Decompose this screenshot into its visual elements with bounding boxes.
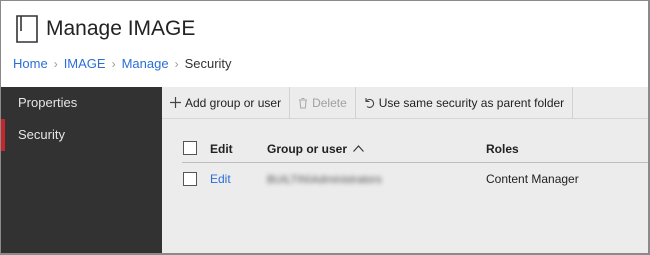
sort-ascending-icon <box>353 145 365 152</box>
sidebar-item-properties[interactable]: Properties <box>1 87 162 119</box>
chevron-right-icon: › <box>53 56 58 71</box>
sidebar-item-security[interactable]: Security <box>1 119 162 151</box>
plus-icon <box>170 97 181 108</box>
sidebar-item-label: Security <box>18 127 65 142</box>
use-parent-security-label: Use same security as parent folder <box>378 95 565 110</box>
delete-button-label: Delete <box>312 95 347 110</box>
add-group-or-user-button[interactable]: Add group or user <box>162 86 291 119</box>
trash-icon <box>299 97 308 108</box>
breadcrumb-image[interactable]: IMAGE <box>64 56 106 71</box>
column-header-roles: Roles <box>486 142 519 156</box>
security-panel: Add group or user Delete Use same securi… <box>162 86 648 253</box>
table-row: Edit BUILTIN\Administrators Content Mana… <box>182 163 648 195</box>
sidebar: Properties Security <box>1 87 162 253</box>
page-title: Manage IMAGE <box>46 17 196 40</box>
use-parent-security-button[interactable]: Use same security as parent folder <box>356 86 574 119</box>
add-button-label: Add group or user <box>185 95 282 110</box>
column-header-edit: Edit <box>210 142 233 156</box>
breadcrumb-home[interactable]: Home <box>13 56 48 71</box>
column-header-group-or-user[interactable]: Group or user <box>267 135 365 163</box>
select-all-checkbox[interactable] <box>183 141 197 155</box>
edit-link[interactable]: Edit <box>210 163 231 195</box>
breadcrumb: Home › IMAGE › Manage › Security <box>13 56 232 71</box>
row-checkbox[interactable] <box>183 172 197 186</box>
delete-button[interactable]: Delete <box>290 86 356 119</box>
column-header-label: Group or user <box>267 142 348 156</box>
revert-icon <box>365 98 374 108</box>
group-or-user-cell: BUILTIN\Administrators <box>267 163 382 195</box>
table-header: Edit Group or user Roles <box>182 135 648 163</box>
chevron-right-icon: › <box>174 56 179 71</box>
sidebar-item-label: Properties <box>18 95 78 110</box>
toolbar: Add group or user Delete Use same securi… <box>162 86 648 119</box>
chevron-right-icon: › <box>111 56 116 71</box>
breadcrumb-manage[interactable]: Manage <box>122 56 169 71</box>
security-table: Edit Group or user Roles Edit BUILTIN\Ad… <box>182 135 648 195</box>
group-or-user-value: BUILTIN\Administrators <box>267 174 382 186</box>
breadcrumb-current: Security <box>184 56 232 71</box>
roles-cell: Content Manager <box>486 172 579 186</box>
document-icon <box>16 15 38 43</box>
